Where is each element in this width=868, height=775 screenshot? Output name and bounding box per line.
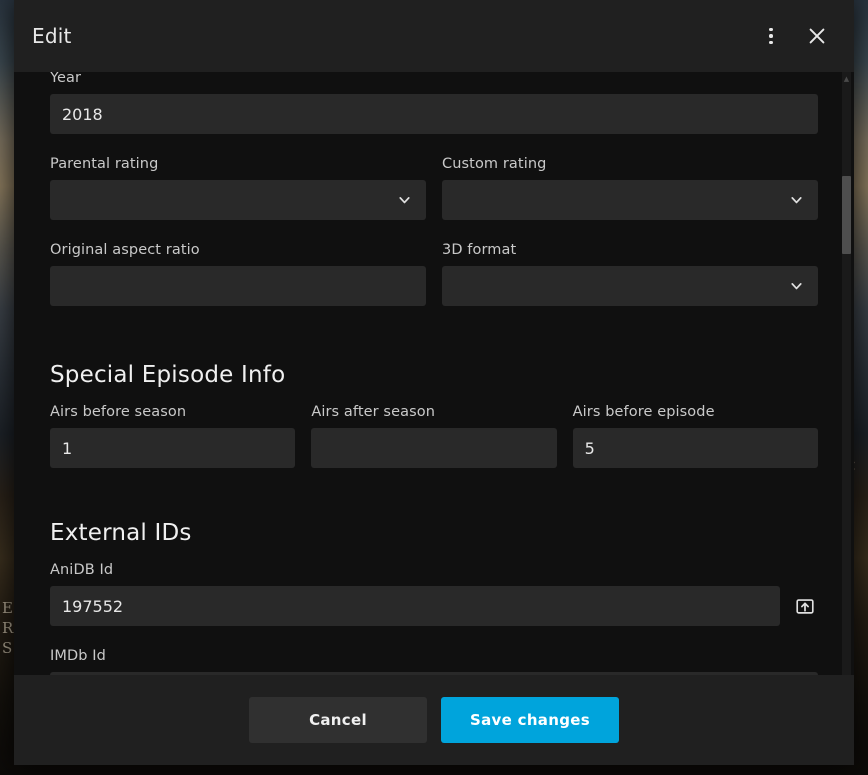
parental-rating-select[interactable] [50,180,426,220]
metadata-form: Year Parental rating Custom rating [14,72,854,675]
custom-rating-select[interactable] [442,180,818,220]
year-input[interactable] [50,94,818,134]
field-anidb-id: AniDB Id [50,562,818,626]
field-3d-format: 3D format [442,242,818,306]
field-imdb-id: IMDb Id [50,648,818,675]
field-airs-before-season: Airs before season [50,404,295,468]
3d-format-select[interactable] [442,266,818,306]
custom-rating-select-wrap [442,180,818,220]
airs-before-episode-input[interactable] [573,428,818,468]
open-in-new-icon [794,595,816,617]
edit-metadata-dialog: Edit Year Parental rating [14,0,854,765]
year-label: Year [50,72,818,87]
original-aspect-ratio-label: Original aspect ratio [50,242,426,259]
dialog-footer: Cancel Save changes [14,675,854,765]
field-custom-rating: Custom rating [442,156,818,220]
airs-after-season-input[interactable] [311,428,556,468]
original-aspect-ratio-input[interactable] [50,266,426,306]
scrollbar-thumb[interactable] [842,176,851,254]
close-dialog-button[interactable] [794,13,840,59]
parental-rating-label: Parental rating [50,156,426,173]
field-airs-before-episode: Airs before episode [573,404,818,468]
dialog-title: Edit [32,24,748,48]
anidb-open-in-new-button[interactable] [792,593,818,619]
airs-before-season-input[interactable] [50,428,295,468]
more-vertical-icon [769,28,773,45]
parental-rating-select-wrap [50,180,426,220]
field-original-aspect-ratio: Original aspect ratio [50,242,426,306]
field-airs-after-season: Airs after season [311,404,556,468]
special-episode-row: Airs before season Airs after season Air… [50,404,818,490]
close-icon [806,25,828,47]
format-row: Original aspect ratio 3D format [50,242,818,328]
cancel-button[interactable]: Cancel [249,697,427,743]
airs-before-season-label: Airs before season [50,404,295,421]
imdb-id-input[interactable] [50,672,818,675]
field-year: Year [50,72,818,134]
3d-format-select-wrap [442,266,818,306]
more-options-button[interactable] [748,13,794,59]
anidb-id-row [50,586,818,626]
airs-before-episode-label: Airs before episode [573,404,818,421]
special-episode-info-heading: Special Episode Info [50,362,818,388]
airs-after-season-label: Airs after season [311,404,556,421]
dialog-header: Edit [14,0,854,72]
imdb-id-label: IMDb Id [50,648,818,665]
anidb-id-input[interactable] [50,586,780,626]
dialog-scroll-area[interactable]: Year Parental rating Custom rating [14,72,854,675]
custom-rating-label: Custom rating [442,156,818,173]
3d-format-label: 3D format [442,242,818,259]
anidb-id-label: AniDB Id [50,562,818,579]
field-parental-rating: Parental rating [50,156,426,220]
external-ids-heading: External IDs [50,520,818,546]
scroll-up-arrow-icon[interactable]: ▲ [842,76,851,83]
rating-row: Parental rating Custom rating [50,156,818,242]
scrollbar-track[interactable]: ▲ [842,72,851,675]
save-changes-button[interactable]: Save changes [441,697,619,743]
